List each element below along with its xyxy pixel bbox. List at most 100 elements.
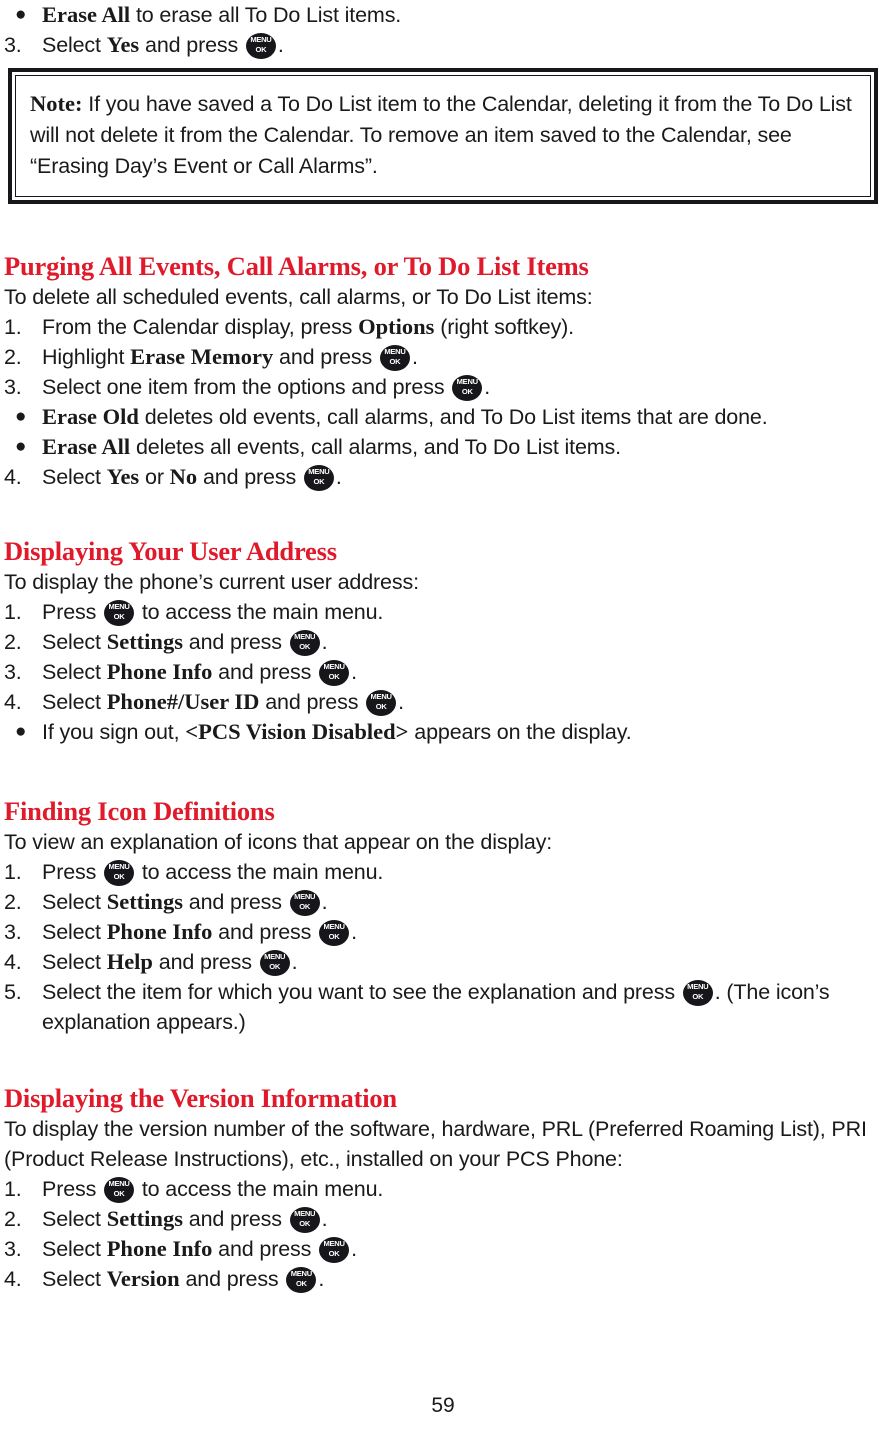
list-item: ● Erase All deletes all events, call ala…: [4, 432, 882, 462]
key-term: Help: [106, 949, 153, 974]
note-box: Note: If you have saved a To Do List ite…: [8, 68, 878, 204]
step-text-before: Select one item from the options and pre…: [42, 375, 451, 399]
key-term: Erase Old: [42, 404, 139, 429]
list-item: 1. Press MENU OK to access the main menu.: [4, 857, 882, 887]
step-number: 3.: [4, 920, 22, 944]
list-item: 3. Select Phone Info and press MENU OK.: [4, 917, 882, 947]
step-number: 2.: [4, 345, 22, 369]
step-number: 4.: [4, 1267, 22, 1291]
step-text-tail: .: [321, 1207, 328, 1231]
menu-ok-key-line2: OK: [328, 1248, 340, 1258]
menu-ok-key-line2: OK: [328, 931, 340, 941]
step-text-tail: .: [277, 33, 284, 57]
key-term: Settings: [106, 629, 183, 654]
key-term: Phone Info: [106, 1236, 213, 1261]
section-intro: To display the version number of the sof…: [4, 1117, 867, 1171]
menu-ok-key-line1: MENU: [108, 602, 130, 611]
list-item: ● Erase Old deletes old events, call ala…: [4, 402, 882, 432]
menu-ok-key-line2: OK: [299, 641, 311, 651]
menu-ok-key-icon: MENU OK: [104, 600, 135, 626]
menu-ok-key-line1: MENU: [108, 862, 130, 871]
list-item: 4. Select Phone#/User ID and press MENU O…: [4, 687, 882, 717]
list-item: 3. Select Yes and press MENU OK.: [4, 30, 882, 60]
menu-ok-key-line1: MENU: [294, 1209, 316, 1218]
list-item: 1. Press MENU OK to access the main menu.: [4, 1174, 882, 1204]
key-term: Phone Info: [106, 659, 213, 684]
menu-ok-key-icon: MENU OK: [319, 920, 350, 946]
step-number: 3.: [4, 660, 22, 684]
menu-ok-key-icon: MENU OK: [682, 980, 713, 1006]
section-heading: Displaying Your User Address: [4, 536, 337, 566]
key-term: Erase All: [42, 434, 131, 459]
note-body: If you have saved a To Do List item to t…: [30, 92, 852, 178]
menu-ok-key-line1: MENU: [250, 35, 272, 44]
menu-ok-key-line2: OK: [113, 1188, 125, 1198]
step-text-after: and press: [273, 345, 378, 369]
menu-ok-key-line2: OK: [269, 961, 281, 971]
section-icon-definitions: Finding Icon Definitions To view an expl…: [4, 795, 882, 1037]
menu-ok-key-line2: OK: [299, 1218, 311, 1228]
bullet-marker: ●: [15, 721, 27, 742]
step-text-after: and press: [212, 920, 318, 944]
menu-ok-key-line2: OK: [113, 611, 125, 621]
list-item: 5. Select the item for which you want to…: [4, 977, 882, 1037]
step-number: 2.: [4, 1207, 22, 1231]
menu-ok-key-icon: MENU OK: [104, 1177, 135, 1203]
step-number: 1.: [4, 315, 22, 339]
list-item: 3. Select Phone Info and press MENU OK.: [4, 657, 882, 687]
menu-ok-key-line1: MENU: [308, 467, 330, 476]
step-text-before: Press: [42, 1177, 103, 1201]
menu-ok-key-icon: MENU OK: [289, 890, 320, 916]
list-item: 4. Select Yes or No and press MENU OK.: [4, 462, 882, 492]
step-number: 1.: [4, 600, 22, 624]
menu-ok-key-line2: OK: [389, 356, 401, 366]
step-text-before: Highlight: [42, 345, 131, 369]
section-user-address: Displaying Your User Address To display …: [4, 535, 882, 747]
step-number: 4.: [4, 690, 22, 714]
menu-ok-key-icon: MENU OK: [289, 1207, 320, 1233]
step-text-before: Select: [42, 465, 107, 489]
section-intro: To delete all scheduled events, call ala…: [4, 285, 593, 309]
step-text-after: and press: [182, 1207, 288, 1231]
list-item: 1. From the Calendar display, press Opti…: [4, 312, 882, 342]
menu-ok-key-line2: OK: [313, 476, 325, 486]
step-text-before: Select: [42, 630, 107, 654]
step-text-before: Select: [42, 660, 107, 684]
step-text-before: Select: [42, 890, 107, 914]
note-box-inner: Note: If you have saved a To Do List ite…: [15, 75, 871, 197]
step-text-before: Select: [42, 920, 107, 944]
step-text-after: and press: [139, 33, 244, 57]
step-text-before: From the Calendar display, press: [42, 315, 359, 339]
menu-ok-key-line1: MENU: [456, 377, 478, 386]
menu-ok-key-line1: MENU: [370, 692, 392, 701]
step-text-tail: .: [318, 1267, 325, 1291]
page-number: 59: [431, 1394, 455, 1417]
menu-ok-key-icon: MENU OK: [289, 630, 320, 656]
step-text-after: and press: [212, 1237, 318, 1261]
section-intro: To display the phone’s current user addr…: [4, 570, 419, 594]
key-term: Phone Info: [106, 919, 213, 944]
list-item-text: deletes all events, call alarms, and To …: [130, 435, 621, 459]
step-text-tail: .: [484, 375, 491, 399]
key-term: Version: [106, 1266, 180, 1291]
step-number: 3.: [4, 375, 22, 399]
key-term: Options: [358, 314, 435, 339]
step-text-tail: .: [335, 465, 342, 489]
menu-ok-key-line1: MENU: [290, 1269, 312, 1278]
key-term-2: No: [169, 464, 198, 489]
step-number: 1.: [4, 1177, 22, 1201]
menu-ok-key-line1: MENU: [108, 1179, 130, 1188]
step-text-before: Select: [42, 1237, 107, 1261]
key-term: Yes: [106, 32, 140, 57]
list-item: 3. Select one item from the options and …: [4, 372, 882, 402]
menu-ok-key-icon: MENU OK: [319, 1237, 350, 1263]
step-text-after: and press: [179, 1267, 285, 1291]
bullet-marker: ●: [15, 436, 27, 457]
menu-ok-key-line2: OK: [375, 701, 387, 711]
menu-ok-key-icon: MENU OK: [366, 690, 397, 716]
menu-ok-key-line1: MENU: [294, 892, 316, 901]
menu-ok-key-icon: MENU OK: [319, 660, 350, 686]
step-text-after: and press: [197, 465, 302, 489]
list-item-text: deletes old events, call alarms, and To …: [138, 405, 768, 429]
step-number: 4.: [4, 465, 22, 489]
